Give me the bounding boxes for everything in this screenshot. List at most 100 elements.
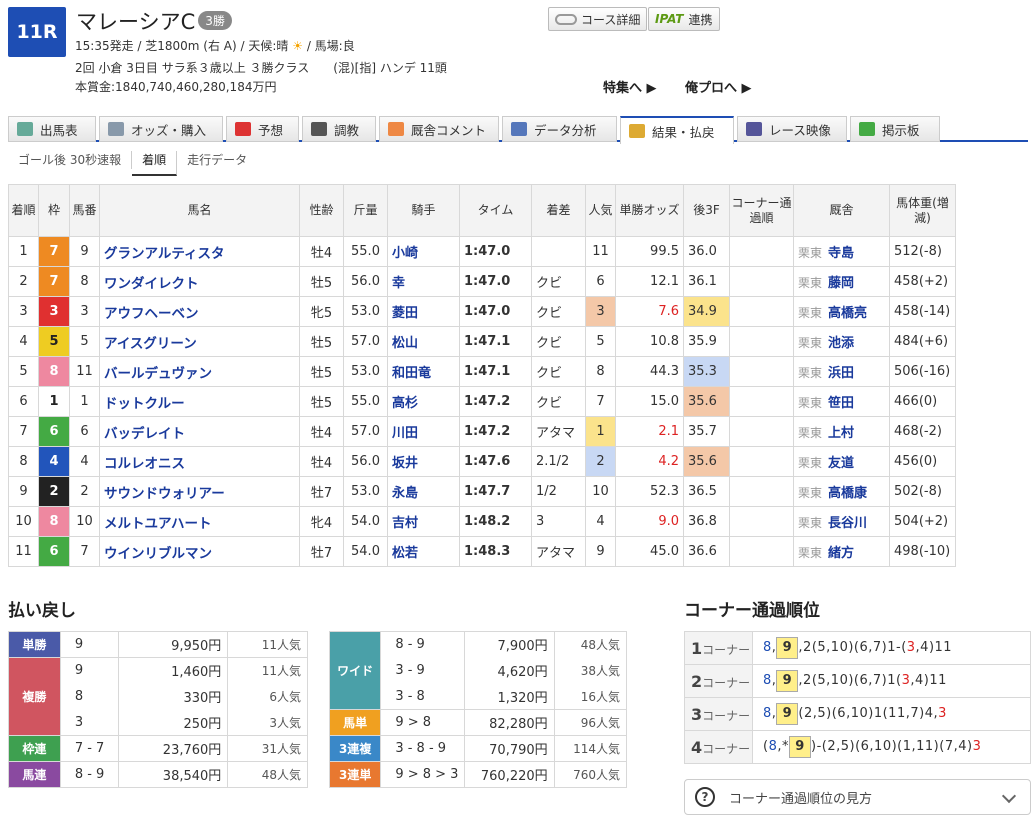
trainer-link[interactable]: 緒方 (828, 546, 854, 561)
margin-cell: 2.1/2 (531, 446, 586, 477)
ipat-link-button[interactable]: IPAT 連携 (648, 7, 720, 31)
horse-link[interactable]: ワンダイレクト (104, 276, 199, 292)
jockey-link[interactable]: 松山 (392, 336, 418, 351)
jockey-cell: 幸 (387, 266, 460, 297)
coins-icon (629, 124, 645, 138)
tab-target[interactable]: 予想 (226, 116, 299, 142)
payout-table-right: ワイド 8 - 9 7,900円 48人気 3 - 9 4,620円 38人気 3 - 8 1,… (328, 631, 628, 788)
corner-order-cell (729, 386, 794, 417)
jockey-cell: 永島 (387, 476, 460, 507)
jockey-cell: 坂井 (387, 446, 460, 477)
jockey-link[interactable]: 高杉 (392, 396, 418, 411)
jockey-link[interactable]: 川田 (392, 426, 418, 441)
tab-table[interactable]: 出馬表 (8, 116, 96, 142)
amount-cell: 1,320円 (464, 683, 555, 710)
subtab-finish-order[interactable]: 着順 (132, 151, 178, 176)
popularity-cell: 9 (585, 536, 616, 567)
horse-link[interactable]: サウンドウォリアー (104, 486, 225, 502)
popularity-cell: 4 (585, 506, 616, 537)
trainer-link[interactable]: 寺島 (828, 246, 854, 261)
sex-age-cell: 牡5 (299, 326, 344, 357)
combo-cell: 8 - 9 (59, 761, 119, 788)
body-weight-cell: 458(+2) (889, 266, 956, 297)
corner-order: 8, 9,2(5,10)(6,7)1-(3,4)11 (752, 631, 1031, 665)
tab-odds[interactable]: オッズ・購入 (99, 116, 223, 142)
jockey-link[interactable]: 坂井 (392, 456, 418, 471)
course-detail-button[interactable]: コース詳細 (548, 7, 648, 31)
horse-name-cell: バッデレイト (99, 416, 300, 447)
rank-cell: 1 (8, 236, 39, 267)
horse-link[interactable]: メルトユアハート (104, 516, 211, 532)
corner-order: 8, 9 (2,5)(6,10)1(11,7)4,3 (752, 697, 1031, 731)
sex-age-cell: 牡7 (299, 536, 344, 567)
table-row: 5 8 11 バールデュヴァン 牡5 53.0 和田竜 1:47.1 クビ 8 44.3 35.3 栗東… (8, 356, 956, 387)
sex-age-cell: 牝4 (299, 506, 344, 537)
tab-coins[interactable]: 結果・払戻 (620, 116, 734, 144)
amount-cell: 38,540円 (117, 761, 229, 788)
combo-cell: 9 > 8 (380, 709, 466, 736)
jockey-link[interactable]: 菱田 (392, 306, 418, 321)
tab-stopwatch[interactable]: 調教 (302, 116, 376, 142)
rank-cell: 6 (8, 386, 39, 417)
horse-number-cell: 4 (69, 446, 100, 477)
horse-link[interactable]: ウインリブルマン (104, 546, 212, 562)
trainer-link[interactable]: 高橋亮 (828, 306, 867, 321)
corner-order-cell (729, 236, 794, 267)
trainer-link[interactable]: 藤岡 (828, 276, 854, 291)
corner-order: (8,* 9)-(2,5)(6,10)(1,11)(7,4)3 (752, 730, 1031, 764)
orepro-link[interactable]: 俺プロへ ▶ (685, 77, 752, 96)
horse-link[interactable]: ドットクルー (104, 396, 185, 412)
last3f-cell: 36.0 (683, 236, 730, 267)
trainer-link[interactable]: 浜田 (828, 366, 854, 381)
horse-link[interactable]: アウフヘーベン (104, 306, 199, 322)
jockey-link[interactable]: 小崎 (392, 246, 418, 261)
jockey-link[interactable]: 永島 (392, 486, 418, 501)
tab-video[interactable]: レース映像 (737, 116, 847, 142)
payout-title: 払い戻し (8, 601, 76, 621)
horse-link[interactable]: グランアルティスタ (104, 246, 225, 262)
time-cell: 1:47.0 (459, 296, 532, 327)
margin-cell: アタマ (531, 536, 586, 567)
feature-link[interactable]: 特集へ ▶ (603, 77, 657, 96)
col-header: 馬番 (69, 184, 100, 237)
horse-link[interactable]: コルレオニス (104, 456, 185, 472)
trainer-link[interactable]: 友道 (828, 456, 854, 471)
tab-chat[interactable]: 掲示板 (850, 116, 940, 142)
corner-order-cell (729, 356, 794, 387)
popularity-cell: 5 (585, 326, 616, 357)
jockey-link[interactable]: 吉村 (392, 516, 418, 531)
corner-howto-accordion[interactable]: ? コーナー通過順位の見方 (684, 779, 1031, 815)
horse-number-cell: 2 (69, 476, 100, 507)
odds-cell: 15.0 (615, 386, 684, 417)
table-row: 6 1 1 ドットクルー 牡5 55.0 高杉 1:47.2 クビ 7 15.0 35.6 栗東 笹田 46… (8, 386, 956, 417)
tab-stable[interactable]: 厩舎コメント (379, 116, 499, 142)
bar-chart-icon (511, 122, 527, 136)
sex-age-cell: 牡4 (299, 446, 344, 477)
horse-link[interactable]: バールデュヴァン (104, 366, 212, 382)
tab-bar-chart[interactable]: データ分析 (502, 116, 617, 142)
trainer-link[interactable]: 池添 (828, 336, 854, 351)
combo-cell: 9 > 8 > 3 (380, 761, 466, 788)
time-cell: 1:47.7 (459, 476, 532, 507)
subtab-running-data[interactable]: 走行データ (177, 151, 257, 169)
trainer-link[interactable]: 高橋康 (828, 486, 867, 501)
subtab-goal-report[interactable]: ゴール後 30秒速報 (8, 151, 133, 169)
popularity-cell: 760人気 (553, 761, 628, 788)
trainer-link[interactable]: 上村 (828, 426, 854, 441)
jockey-link[interactable]: 幸 (392, 276, 405, 291)
amount-cell: 760,220円 (464, 761, 555, 788)
horse-link[interactable]: アイスグリーン (104, 336, 197, 352)
highlight-horse: 9 (776, 670, 799, 692)
sex-age-cell: 牡7 (299, 476, 344, 507)
trainer-link[interactable]: 笹田 (828, 396, 854, 411)
jockey-link[interactable]: 松若 (392, 546, 418, 561)
popularity-cell: 31人気 (227, 735, 308, 762)
trainer-link[interactable]: 長谷川 (828, 516, 867, 531)
bet-type-label: 馬連 (8, 761, 61, 788)
corner-title: コーナー通過順位 (684, 601, 820, 621)
jockey-link[interactable]: 和田竜 (392, 366, 431, 381)
amount-cell: 7,900円 (464, 631, 555, 658)
horse-link[interactable]: バッデレイト (104, 426, 185, 442)
trainer-cell: 栗東 友道 (793, 446, 890, 477)
weight-carried-cell: 57.0 (343, 416, 388, 447)
